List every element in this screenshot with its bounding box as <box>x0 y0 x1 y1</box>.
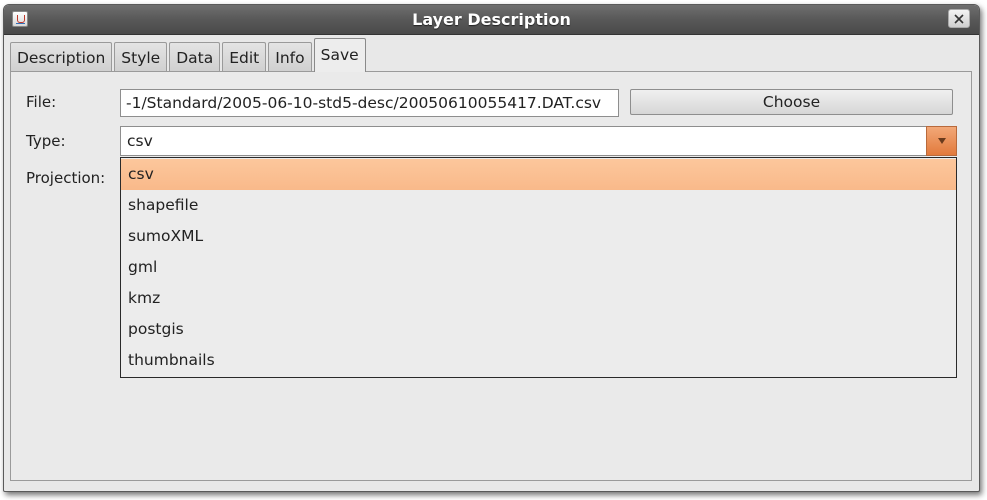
file-label: File: <box>26 93 57 111</box>
projection-label: Projection: <box>26 169 106 187</box>
title-bar[interactable]: Layer Description <box>4 5 979 35</box>
tab-save[interactable]: Save <box>313 38 366 72</box>
file-path-field[interactable]: -1/Standard/2005-06-10-std5-desc/2005061… <box>120 89 619 117</box>
choose-button[interactable]: Choose <box>630 89 953 115</box>
tab-style[interactable]: Style <box>114 42 168 72</box>
tab-edit[interactable]: Edit <box>222 42 267 72</box>
tab-description[interactable]: Description <box>10 42 113 72</box>
type-dropdown-list: csv shapefile sumoXML gml kmz postgis th… <box>120 157 957 378</box>
close-icon <box>954 13 964 24</box>
tab-info[interactable]: Info <box>268 42 312 72</box>
window-title: Layer Description <box>412 10 571 29</box>
type-combobox-value: csv <box>127 132 153 150</box>
type-option-gml[interactable]: gml <box>121 252 956 283</box>
type-combobox-arrow-button[interactable] <box>926 126 957 156</box>
type-option-shapefile[interactable]: shapefile <box>121 190 956 221</box>
type-option-csv[interactable]: csv <box>121 159 956 190</box>
close-button[interactable] <box>948 9 970 28</box>
type-combobox[interactable]: csv <box>120 126 957 156</box>
type-option-thumbnails[interactable]: thumbnails <box>121 345 956 376</box>
tab-bar: Description Style Data Edit Info Save <box>10 38 368 72</box>
triangle-down-icon <box>937 138 946 144</box>
tab-data[interactable]: Data <box>169 42 221 72</box>
type-option-postgis[interactable]: postgis <box>121 314 956 345</box>
type-option-sumoxml[interactable]: sumoXML <box>121 221 956 252</box>
type-label: Type: <box>26 132 66 150</box>
type-option-kmz[interactable]: kmz <box>121 283 956 314</box>
